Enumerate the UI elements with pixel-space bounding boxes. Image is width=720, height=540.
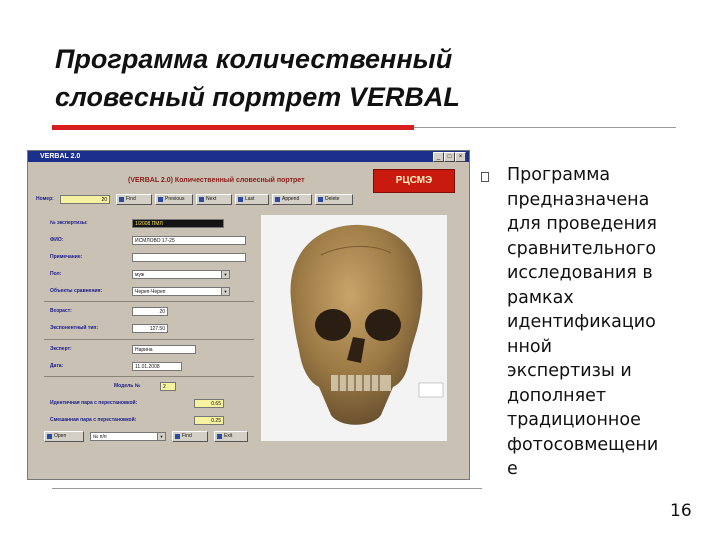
page-number: 16 — [670, 501, 692, 521]
comparison-objects-select[interactable]: Череп-Череп ▼ — [132, 287, 230, 296]
maximize-icon[interactable]: □ — [444, 152, 455, 162]
minimize-icon[interactable]: _ — [433, 152, 444, 162]
window-title: VERBAL 2.0 — [40, 153, 81, 160]
comparison-objects-label: Объекты сравнения: — [50, 288, 103, 294]
bottom-rule — [52, 488, 482, 489]
sex-value: муж — [135, 272, 145, 278]
identical-pair-label: Идентичная пара с перестановкой: — [50, 400, 138, 406]
sex-select[interactable]: муж ▼ — [132, 270, 230, 279]
model-number-label: Модель № — [114, 383, 141, 389]
slide-title: Программа количественный словесный портр… — [55, 40, 675, 116]
slide-title-line-2: словесный портрет VERBAL — [55, 82, 460, 112]
bottom-toolbar: Open № п/п ▼ Find Exit — [44, 430, 264, 444]
age-field[interactable]: 20 — [132, 307, 168, 316]
expert-field[interactable]: Нарина — [132, 345, 196, 354]
note-label: Примечание: — [50, 254, 83, 260]
divider — [44, 301, 254, 302]
window-titlebar: VERBAL 2.0 _ □ × — [28, 151, 469, 162]
form-row: Объекты сравнения: Череп-Череп ▼ — [44, 285, 254, 300]
title-underline-red — [52, 125, 414, 130]
comparison-objects-value: Череп-Череп — [135, 289, 166, 295]
sex-label: Пол: — [50, 271, 62, 277]
age-label: Возраст: — [50, 308, 72, 314]
expert-label: Эксперт: — [50, 346, 72, 352]
record-selector-value: № п/п — [93, 434, 107, 440]
divider — [44, 339, 254, 340]
chevron-down-icon[interactable]: ▼ — [157, 433, 165, 440]
form-row: Примечание: — [44, 251, 254, 266]
record-number-field[interactable]: 20 — [60, 195, 110, 204]
exit-button[interactable]: Exit — [214, 431, 248, 442]
form-row: Возраст: 20 — [44, 305, 254, 320]
case-form: № экспертизы: 1/2008 ПМЛ ФИО: ИСМЛОВО 17… — [44, 217, 254, 465]
delete-button[interactable]: Delete — [315, 194, 353, 205]
form-row: Идентичная пара с перестановкой: 0.65 — [44, 397, 254, 412]
model-number-field[interactable]: 2 — [160, 382, 176, 391]
exam-number-label: № экспертизы: — [50, 220, 88, 226]
identical-pair-field[interactable]: 0.65 — [194, 399, 224, 408]
bullet-icon — [481, 172, 489, 182]
find-bottom-button[interactable]: Find — [172, 431, 208, 442]
form-row: Пол: муж ▼ — [44, 268, 254, 283]
next-button[interactable]: Next — [196, 194, 232, 205]
record-navigation: Номер: 20 Find Previous Next Last Append… — [34, 193, 464, 207]
date-label: Дата: — [50, 363, 64, 369]
record-selector[interactable]: № п/п ▼ — [90, 432, 166, 441]
form-row: Экспонентный тип: 127.50 — [44, 322, 254, 337]
append-button[interactable]: Append — [272, 194, 312, 205]
logo: РЦСМЭ — [373, 169, 455, 193]
mixed-pair-label: Смешанная пара с перестановкой: — [50, 417, 137, 423]
chevron-down-icon[interactable]: ▼ — [221, 288, 229, 295]
bullet-text: Программа предназначена для проведения с… — [507, 165, 659, 479]
title-underline-gray — [414, 127, 676, 128]
form-row: Эксперт: Нарина — [44, 343, 254, 358]
previous-button[interactable]: Previous — [155, 194, 193, 205]
name-field[interactable]: ИСМЛОВО 17-25 — [132, 236, 246, 245]
form-row: № экспертизы: 1/2008 ПМЛ — [44, 217, 254, 232]
name-label: ФИО: — [50, 237, 64, 243]
app-header: (VERBAL 2.0) Количественный словесный по… — [128, 177, 305, 184]
last-button[interactable]: Last — [235, 194, 269, 205]
note-field[interactable] — [132, 253, 246, 262]
mixed-pair-field[interactable]: 0.25 — [194, 416, 224, 425]
divider — [44, 376, 254, 377]
skull-illustration — [261, 215, 447, 441]
open-button[interactable]: Open — [44, 431, 84, 442]
verbal-app-window: VERBAL 2.0 _ □ × (VERBAL 2.0) Количестве… — [27, 150, 470, 480]
exponent-type-label: Экспонентный тип: — [50, 325, 99, 331]
find-button[interactable]: Find — [116, 194, 152, 205]
exponent-type-field[interactable]: 127.50 — [132, 324, 168, 333]
chevron-down-icon[interactable]: ▼ — [221, 271, 229, 278]
record-label: Номер: — [36, 196, 54, 202]
close-icon[interactable]: × — [455, 152, 466, 162]
form-row: Модель № 2 — [44, 380, 254, 395]
slide-title-line-1: Программа количественный — [55, 44, 453, 74]
date-field[interactable]: 11.01.2008 — [132, 362, 182, 371]
exam-number-field[interactable]: 1/2008 ПМЛ — [132, 219, 224, 228]
form-row: ФИО: ИСМЛОВО 17-25 — [44, 234, 254, 249]
form-row: Дата: 11.01.2008 — [44, 360, 254, 375]
form-row: Смешанная пара с перестановкой: 0.25 — [44, 414, 254, 429]
skull-photo — [261, 215, 447, 441]
